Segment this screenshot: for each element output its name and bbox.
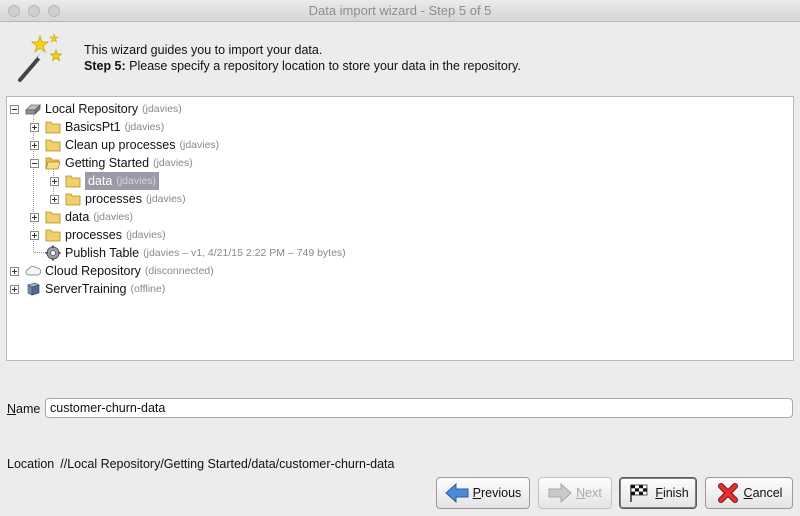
finish-button[interactable]: Finish	[619, 477, 697, 509]
magic-wand-icon	[18, 33, 63, 82]
title-bar: Data import wizard - Step 5 of 5	[0, 0, 800, 22]
tree-node-label: Local Repository	[45, 102, 139, 116]
tree-node-getting-started[interactable]: Getting Started (jdavies)	[30, 154, 193, 172]
tree-node-status: (disconnected)	[144, 265, 214, 277]
tree-node-owner: (jdavies)	[125, 229, 166, 241]
next-button[interactable]: Next	[538, 477, 612, 509]
tree-node-label: BasicsPt1	[65, 120, 121, 134]
tree-node-owner: (jdavies)	[145, 193, 186, 205]
arrow-right-icon	[548, 483, 572, 503]
tree-node-owner: (jdavies)	[153, 157, 193, 169]
tree-node-owner: (jdavies)	[179, 139, 220, 151]
folder-icon	[65, 175, 81, 188]
collapse-icon[interactable]	[10, 104, 19, 114]
window-title: Data import wizard - Step 5 of 5	[308, 3, 492, 18]
previous-button-label: Previous	[472, 486, 522, 500]
wizard-header: This wizard guides you to import your da…	[0, 22, 800, 90]
tree-node-gs-processes[interactable]: processes (jdavies)	[50, 190, 186, 208]
folder-icon	[45, 121, 61, 134]
finish-button-label: Finish	[655, 486, 689, 500]
tree-node-label: data	[65, 210, 90, 224]
tree-node-label: processes	[85, 192, 142, 206]
tree-node-server-training[interactable]: ServerTraining (offline)	[10, 280, 165, 298]
tree-node-local-repository[interactable]: Local Repository (jdavies)	[10, 100, 182, 118]
server-icon	[27, 282, 40, 296]
repository-drive-icon	[25, 104, 41, 115]
name-label: Name	[7, 402, 40, 416]
tree-node-label: ServerTraining	[45, 282, 127, 296]
tree-node-label: Cloud Repository	[45, 264, 141, 278]
collapse-icon[interactable]	[30, 158, 39, 168]
process-gear-icon	[45, 245, 61, 261]
tree-node-data[interactable]: data (jdavies)	[30, 208, 133, 226]
tree-node-label: processes	[65, 228, 122, 242]
tree-node-processes[interactable]: processes (jdavies)	[30, 226, 166, 244]
expand-icon[interactable]	[30, 122, 39, 132]
tree-node-gs-data[interactable]: data (jdavies)	[50, 172, 160, 190]
location-text: Location //Local Repository/Getting Start…	[7, 457, 400, 471]
step-description: Please specify a repository location to …	[125, 59, 521, 73]
repository-tree[interactable]: Local Repository (jdavies) BasicsPt1 (jd…	[6, 96, 794, 361]
name-input[interactable]	[45, 398, 793, 418]
tree-node-label: data	[88, 174, 113, 188]
folder-icon	[45, 211, 61, 224]
folder-icon	[45, 139, 61, 152]
checkered-flag-icon	[630, 484, 648, 502]
tree-node-owner: (jdavies)	[93, 211, 134, 223]
location-path: //Local Repository/Getting Started/data/…	[60, 457, 395, 471]
tree-node-owner: (jdavies)	[116, 175, 157, 187]
cloud-icon	[25, 265, 41, 276]
selected-node-highlight: data (jdavies)	[85, 172, 160, 190]
tree-node-clean-up-processes[interactable]: Clean up processes (jdavies)	[30, 136, 219, 154]
open-folder-icon	[45, 157, 61, 170]
expand-icon[interactable]	[30, 230, 39, 240]
tree-node-label: Clean up processes	[65, 138, 176, 152]
tree-node-label: Publish Table	[65, 246, 140, 260]
cancel-button[interactable]: Cancel	[705, 477, 793, 509]
name-label-rest: ame	[16, 402, 41, 416]
expand-icon[interactable]	[10, 284, 19, 294]
tree-node-owner: (jdavies)	[124, 121, 165, 133]
tree-node-label: Getting Started	[65, 156, 150, 170]
expand-icon[interactable]	[30, 140, 39, 150]
name-label-mnemonic: N	[7, 402, 17, 416]
folder-icon	[65, 193, 81, 206]
step-label: Step 5:	[84, 59, 126, 73]
previous-button[interactable]: Previous	[436, 477, 530, 509]
red-x-icon	[717, 483, 738, 503]
expand-icon[interactable]	[50, 176, 59, 186]
next-button-label: Next	[576, 486, 602, 500]
expand-icon[interactable]	[30, 212, 39, 222]
header-intro-text: This wizard guides you to import your da…	[84, 43, 323, 57]
tree-node-owner: (jdavies – v1, 4/21/15 2:22 PM – 749 byt…	[143, 247, 346, 259]
arrow-left-icon	[444, 483, 469, 503]
location-label: Location	[7, 457, 55, 471]
tree-node-owner: (jdavies)	[142, 103, 182, 115]
expand-icon[interactable]	[50, 194, 59, 204]
tree-node-status: (offline)	[130, 283, 166, 295]
folder-icon	[45, 229, 61, 242]
tree-node-publish-table[interactable]: Publish Table (jdavies – v1, 4/21/15 2:2…	[30, 244, 346, 262]
tree-node-basicspt1[interactable]: BasicsPt1 (jdavies)	[30, 118, 164, 136]
expand-icon[interactable]	[10, 266, 19, 276]
tree-node-cloud-repository[interactable]: Cloud Repository (disconnected)	[10, 262, 214, 280]
header-step-text: Step 5: Please specify a repository loca…	[84, 59, 521, 73]
cancel-button-label: Cancel	[743, 486, 783, 500]
